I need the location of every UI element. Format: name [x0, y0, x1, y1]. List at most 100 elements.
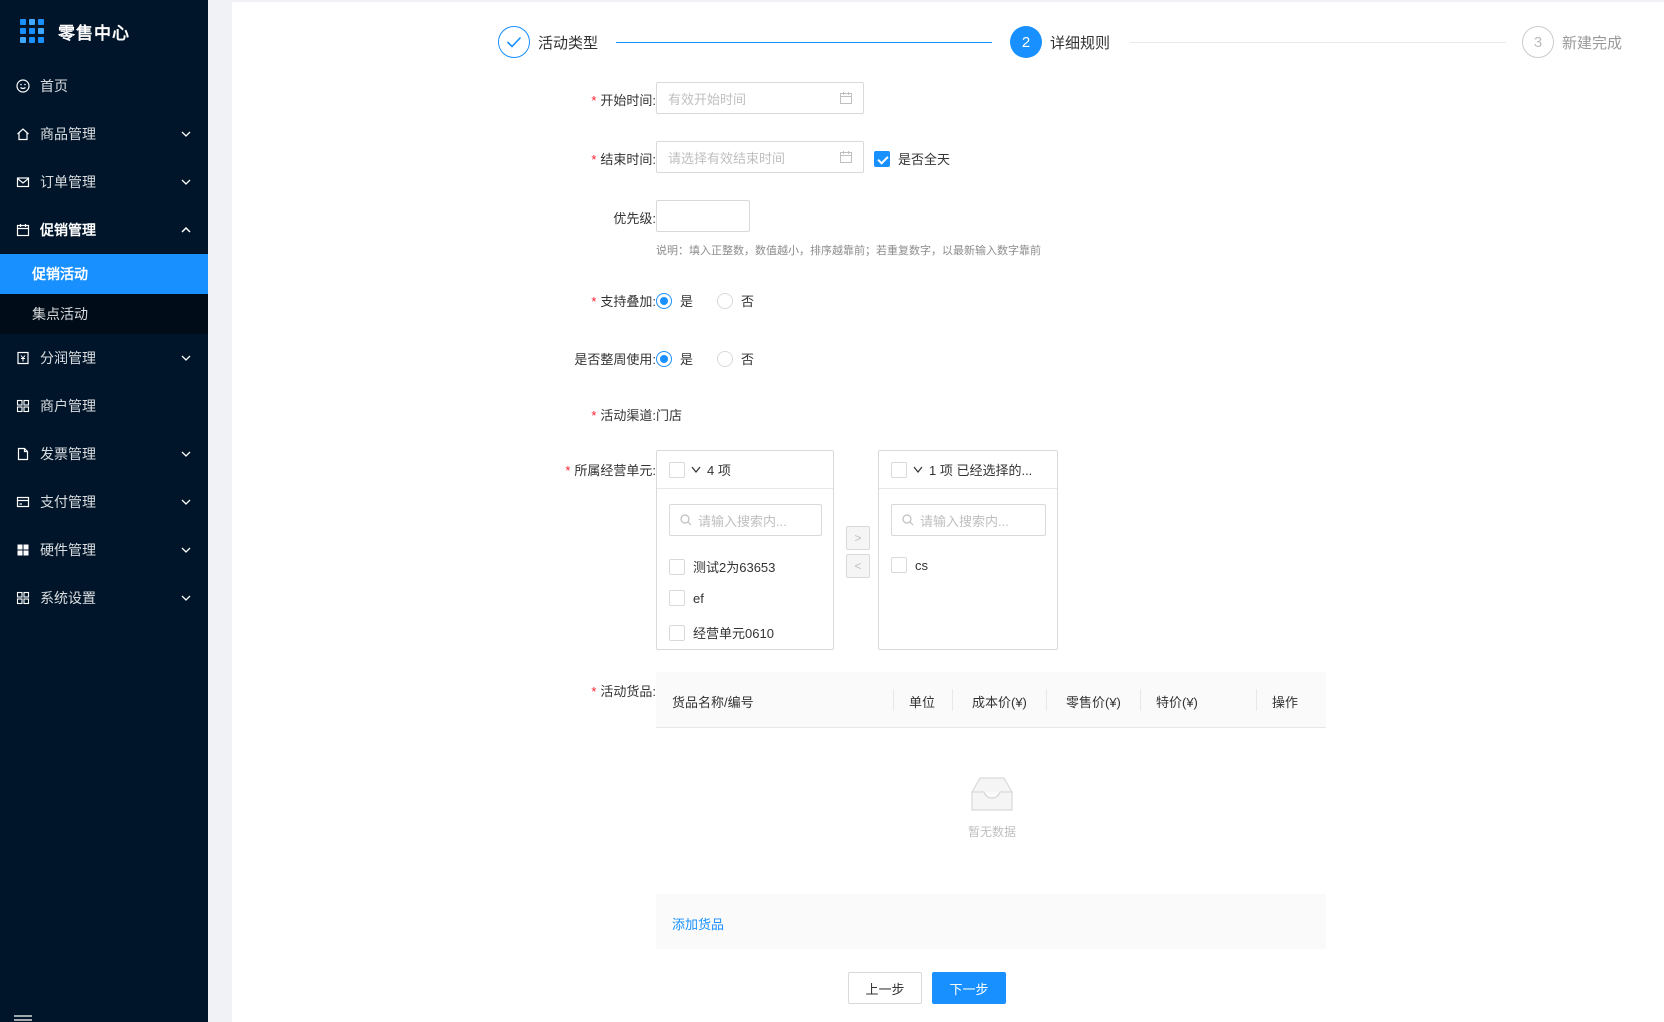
- sidebar-item-orders[interactable]: 订单管理: [0, 158, 208, 206]
- whole-week-no-radio[interactable]: [717, 350, 734, 367]
- add-goods-link[interactable]: 添加货品: [672, 914, 724, 933]
- smile-icon: [16, 79, 30, 93]
- all-day-checkbox[interactable]: [874, 150, 890, 167]
- priority-input[interactable]: [656, 200, 750, 232]
- appstore-icon: [16, 399, 30, 413]
- select-all-checkbox[interactable]: [669, 461, 685, 478]
- chevron-down-icon: [180, 448, 192, 460]
- end-time-picker[interactable]: 请选择有效结束时间: [656, 141, 864, 173]
- menu-fold-icon[interactable]: [14, 1010, 32, 1021]
- step-title: 详细规则: [1050, 34, 1111, 52]
- chevron-down-icon: [180, 496, 192, 508]
- column-header: 特价(¥): [1156, 695, 1198, 710]
- empty-text: 暂无数据: [967, 825, 1016, 839]
- steps: 活动类型 2 详细规则 3 新建完成: [498, 26, 1664, 62]
- whole-week-label: 是否整周使用:: [574, 352, 656, 367]
- search-icon: [902, 514, 914, 526]
- item-checkbox[interactable]: [669, 624, 685, 641]
- search-placeholder: 请输入搜索内...: [920, 513, 1009, 529]
- step-connector: [1130, 42, 1506, 43]
- move-left-button[interactable]: <: [846, 554, 870, 578]
- stackable-no-radio[interactable]: [717, 292, 734, 309]
- transfer-source-list: 4 项 请输入搜索内... 测试2为63653 ef 经营单元0610: [656, 450, 834, 650]
- sidebar-item-label: 商品管理: [40, 126, 96, 142]
- goods-table: 货品名称/编号 单位 成本价(¥) 零售价(¥) 特价(¥) 操作 暂无数据 添…: [656, 672, 1326, 949]
- start-time-label: * 开始时间:: [591, 93, 656, 108]
- empty-state: 暂无数据: [960, 774, 1024, 840]
- step-title: 活动类型: [538, 34, 599, 52]
- transfer-item[interactable]: ef: [669, 590, 704, 606]
- step-connector: [616, 42, 992, 43]
- whole-week-yes-radio[interactable]: [656, 350, 672, 367]
- start-time-picker[interactable]: 有效开始时间: [656, 82, 864, 114]
- sidebar-item-home[interactable]: 首页: [0, 62, 208, 110]
- home-icon: [16, 127, 30, 141]
- transfer-item[interactable]: 经营单元0610: [669, 623, 774, 642]
- column-divider: [893, 689, 894, 711]
- table-header: 货品名称/编号 单位 成本价(¥) 零售价(¥) 特价(¥) 操作: [656, 672, 1326, 728]
- credit-card-icon: [16, 495, 30, 509]
- radio-label: 否: [741, 294, 755, 309]
- sidebar-item-hardware[interactable]: 硬件管理: [0, 526, 208, 574]
- move-right-button[interactable]: >: [846, 526, 870, 550]
- sidebar-item-label: 分润管理: [40, 350, 96, 366]
- all-day-label: 是否全天: [898, 152, 951, 167]
- windows-icon: [16, 543, 30, 557]
- sidebar-item-label: 硬件管理: [40, 542, 96, 558]
- stackable-yes-radio[interactable]: [656, 292, 672, 309]
- step-number: 2: [1010, 26, 1042, 58]
- channel-value: 门店: [656, 408, 683, 423]
- radio-label: 是: [680, 352, 694, 367]
- chevron-down-icon: [180, 176, 192, 188]
- sidebar-item-label: 促销管理: [40, 222, 96, 238]
- sidebar-item-profit[interactable]: 分润管理: [0, 334, 208, 382]
- sidebar-subitem-points-activity[interactable]: 集点活动: [0, 294, 208, 334]
- item-checkbox[interactable]: [891, 557, 907, 573]
- sidebar-item-invoice[interactable]: 发票管理: [0, 430, 208, 478]
- app-title: 零售中心: [58, 23, 130, 43]
- sidebar-item-settings[interactable]: 系统设置: [0, 574, 208, 622]
- step-detail-rules: 2 详细规则: [1010, 26, 1110, 58]
- stackable-radio-group: 是 否: [656, 291, 754, 310]
- main-content: 活动类型 2 详细规则 3 新建完成 * 开始时间: 有效开始时间 * 结束时间: …: [232, 2, 1664, 1022]
- sidebar-item-merchant[interactable]: 商户管理: [0, 382, 208, 430]
- priority-hint: 说明：填入正整数，数值越小，排序越靠前；若重复数字，以最新输入数字靠前: [656, 245, 1041, 257]
- transfer-item[interactable]: 测试2为63653: [669, 557, 775, 576]
- search-placeholder: 请输入搜索内...: [698, 513, 787, 529]
- chevron-down-icon[interactable]: [913, 466, 923, 473]
- transfer-target-search[interactable]: 请输入搜索内...: [891, 504, 1046, 536]
- calendar-icon: [839, 91, 853, 105]
- transfer-count: 1 项 已经选择的...: [929, 463, 1033, 478]
- transfer-item[interactable]: cs: [891, 557, 928, 573]
- column-header: 货品名称/编号: [672, 695, 754, 710]
- end-time-label: * 结束时间:: [591, 152, 656, 167]
- units-label: * 所属经营单元:: [565, 463, 656, 478]
- transfer-source-header: 4 项: [657, 451, 833, 489]
- sidebar-subitem-promotion-activity[interactable]: 促销活动: [0, 254, 208, 294]
- table-footer: 添加货品: [656, 894, 1326, 949]
- column-header: 单位: [909, 695, 936, 710]
- chevron-down-icon[interactable]: [691, 466, 701, 473]
- select-all-checkbox[interactable]: [891, 461, 907, 478]
- item-checkbox[interactable]: [669, 558, 685, 575]
- prev-step-button[interactable]: 上一步: [848, 972, 922, 1004]
- sidebar-item-payment[interactable]: 支付管理: [0, 478, 208, 526]
- calendar-icon: [839, 150, 853, 164]
- sidebar-item-promotion[interactable]: 促销管理: [0, 206, 208, 254]
- sidebar-item-label: 首页: [40, 78, 68, 94]
- item-checkbox[interactable]: [669, 590, 685, 606]
- sidebar-item-goods[interactable]: 商品管理: [0, 110, 208, 158]
- next-step-button[interactable]: 下一步: [932, 972, 1006, 1004]
- promotion-submenu: 促销活动 集点活动: [0, 254, 208, 334]
- sidebar-item-label: 订单管理: [40, 174, 96, 190]
- item-label: 测试2为63653: [693, 560, 776, 575]
- chevron-down-icon: [180, 592, 192, 604]
- column-header: 零售价(¥): [1066, 695, 1121, 710]
- logo: 零售中心: [0, 0, 208, 62]
- all-day-checkbox-wrapper[interactable]: 是否全天: [874, 149, 950, 168]
- file-icon: [16, 447, 30, 461]
- transfer-source-search[interactable]: 请输入搜索内...: [669, 504, 822, 536]
- column-header: 操作: [1272, 695, 1299, 710]
- calendar-icon: [16, 223, 30, 237]
- sidebar-item-label: 商户管理: [40, 398, 96, 414]
